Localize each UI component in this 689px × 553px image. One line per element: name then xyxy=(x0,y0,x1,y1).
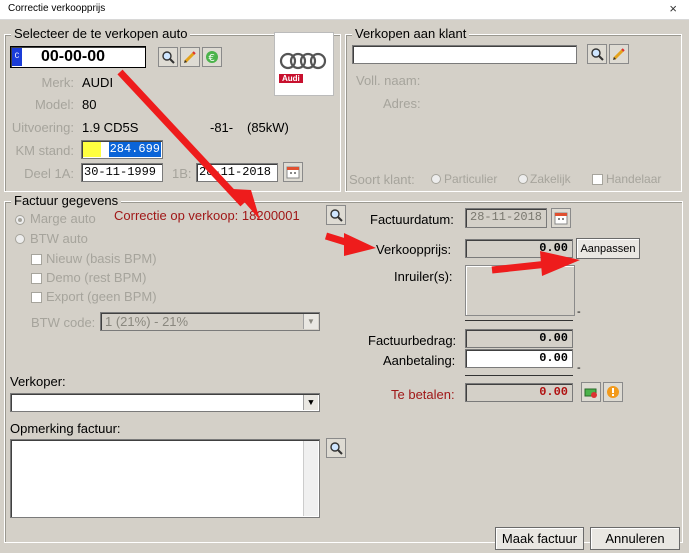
window-title: Correctie verkoopprijs xyxy=(8,3,106,14)
title-bar: Correctie verkoopprijs × xyxy=(0,0,689,20)
dialog-client: Selecteer de te verkopen auto C 00-00-00… xyxy=(0,20,689,553)
arrow-to-adjust-button xyxy=(491,251,580,276)
arrow-to-correction xyxy=(117,69,260,220)
annotation-arrows xyxy=(117,69,580,276)
close-icon[interactable]: × xyxy=(669,1,677,16)
arrow-to-sale-price xyxy=(324,232,376,256)
